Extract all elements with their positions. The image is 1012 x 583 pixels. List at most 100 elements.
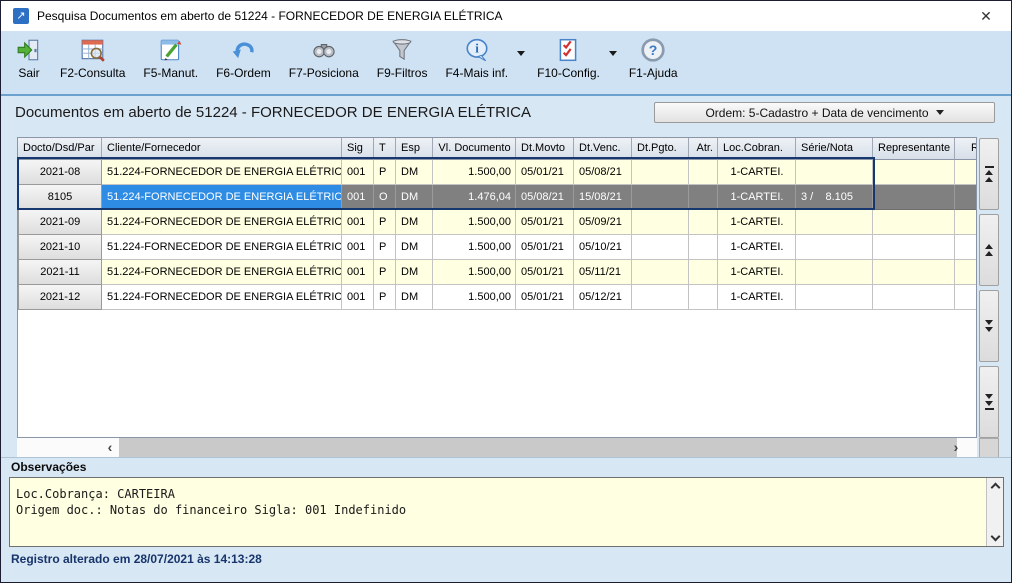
cell[interactable] bbox=[955, 160, 977, 185]
cell[interactable] bbox=[689, 260, 718, 285]
cell[interactable]: 05/01/21 bbox=[516, 285, 574, 310]
horizontal-scrollbar-thumb[interactable] bbox=[119, 438, 957, 458]
cell[interactable] bbox=[632, 260, 689, 285]
row-header-cell[interactable]: 2021-12 bbox=[18, 285, 102, 310]
cell[interactable]: P bbox=[374, 210, 396, 235]
cell[interactable]: 51.224-FORNECEDOR DE ENERGIA ELÉTRICA bbox=[102, 285, 342, 310]
cell[interactable] bbox=[632, 210, 689, 235]
cell[interactable]: 1-CARTEI. bbox=[718, 235, 796, 260]
mais-inf-dropdown-arrow-icon[interactable] bbox=[517, 51, 525, 56]
cell[interactable]: O bbox=[374, 185, 396, 210]
f4-mais-inf-button[interactable]: i F4-Mais inf. bbox=[436, 37, 517, 80]
cell[interactable] bbox=[632, 235, 689, 260]
cell[interactable] bbox=[873, 210, 955, 235]
cell[interactable] bbox=[873, 285, 955, 310]
row-header-cell[interactable]: 8105 bbox=[18, 185, 102, 210]
f1-ajuda-button[interactable]: ? F1-Ajuda bbox=[620, 37, 687, 80]
cell[interactable]: 001 bbox=[342, 285, 374, 310]
cell[interactable] bbox=[955, 210, 977, 235]
cell[interactable]: 51.224-FORNECEDOR DE ENERGIA ELÉTRICA bbox=[102, 260, 342, 285]
cell[interactable]: 05/10/21 bbox=[574, 235, 632, 260]
column-header[interactable]: Docto/Dsd/Par bbox=[18, 138, 102, 160]
cell[interactable] bbox=[873, 185, 955, 210]
f5-manut-button[interactable]: F5-Manut. bbox=[134, 37, 207, 80]
cell[interactable] bbox=[796, 160, 873, 185]
cell[interactable]: 1-CARTEI. bbox=[718, 260, 796, 285]
cell[interactable]: 51.224-FORNECEDOR DE ENERGIA ELÉTRICA bbox=[102, 210, 342, 235]
sair-button[interactable]: Sair bbox=[7, 37, 51, 80]
column-header[interactable]: Esp bbox=[396, 138, 433, 160]
cell[interactable]: DM bbox=[396, 260, 433, 285]
cell[interactable]: DM bbox=[396, 235, 433, 260]
column-header[interactable]: Dt.Pgto. bbox=[632, 138, 689, 160]
cell[interactable]: 15/08/21 bbox=[574, 185, 632, 210]
close-button[interactable]: ✕ bbox=[975, 7, 997, 25]
cell[interactable] bbox=[873, 235, 955, 260]
cell[interactable]: 1.476,04 bbox=[433, 185, 516, 210]
column-header[interactable]: Dt.Venc. bbox=[574, 138, 632, 160]
cell[interactable]: DM bbox=[396, 160, 433, 185]
cell[interactable]: 001 bbox=[342, 185, 374, 210]
cell[interactable] bbox=[796, 235, 873, 260]
cell[interactable]: 05/01/21 bbox=[516, 260, 574, 285]
column-header[interactable]: Série/Nota bbox=[796, 138, 873, 160]
table-row[interactable]: 2021-1251.224-FORNECEDOR DE ENERGIA ELÉT… bbox=[18, 285, 976, 310]
cell[interactable]: 1-CARTEI. bbox=[718, 160, 796, 185]
column-header[interactable]: R bbox=[955, 138, 977, 160]
column-header[interactable]: Representante bbox=[873, 138, 955, 160]
cell[interactable] bbox=[689, 210, 718, 235]
table-row[interactable]: 810551.224-FORNECEDOR DE ENERGIA ELÉTRIC… bbox=[18, 185, 976, 210]
cell[interactable] bbox=[955, 235, 977, 260]
row-header-cell[interactable]: 2021-09 bbox=[18, 210, 102, 235]
cell[interactable] bbox=[955, 285, 977, 310]
column-header[interactable]: Vl. Documento bbox=[433, 138, 516, 160]
row-header-cell[interactable]: 2021-10 bbox=[18, 235, 102, 260]
cell[interactable] bbox=[689, 160, 718, 185]
column-header[interactable]: Sig bbox=[342, 138, 374, 160]
page-down-button[interactable] bbox=[979, 290, 999, 362]
cell[interactable]: 1-CARTEI. bbox=[718, 210, 796, 235]
cell[interactable]: 05/01/21 bbox=[516, 210, 574, 235]
order-dropdown-button[interactable]: Ordem: 5-Cadastro + Data de vencimento bbox=[654, 102, 995, 123]
cell[interactable]: DM bbox=[396, 185, 433, 210]
table-row[interactable]: 2021-1151.224-FORNECEDOR DE ENERGIA ELÉT… bbox=[18, 260, 976, 285]
f6-ordem-button[interactable]: F6-Ordem bbox=[207, 37, 280, 80]
go-first-button[interactable] bbox=[979, 138, 999, 210]
cell[interactable]: 05/12/21 bbox=[574, 285, 632, 310]
config-dropdown-arrow-icon[interactable] bbox=[609, 51, 617, 56]
horizontal-scrollbar[interactable]: ‹ › bbox=[17, 438, 977, 458]
cell[interactable] bbox=[689, 185, 718, 210]
cell[interactable]: 51.224-FORNECEDOR DE ENERGIA ELÉTRICA bbox=[102, 185, 342, 210]
cell[interactable]: 05/08/21 bbox=[574, 160, 632, 185]
cell[interactable]: 1.500,00 bbox=[433, 160, 516, 185]
row-header-cell[interactable]: 2021-08 bbox=[18, 160, 102, 185]
cell[interactable]: P bbox=[374, 160, 396, 185]
f10-config-button[interactable]: F10-Config. bbox=[528, 37, 609, 80]
observacoes-textarea[interactable]: Loc.Cobrança: CARTEIRA Origem doc.: Nota… bbox=[9, 477, 1004, 547]
cell[interactable]: 1-CARTEI. bbox=[718, 185, 796, 210]
table-row[interactable]: 2021-0851.224-FORNECEDOR DE ENERGIA ELÉT… bbox=[18, 160, 976, 185]
cell[interactable] bbox=[632, 285, 689, 310]
row-header-cell[interactable]: 2021-11 bbox=[18, 260, 102, 285]
table-row[interactable]: 2021-1051.224-FORNECEDOR DE ENERGIA ELÉT… bbox=[18, 235, 976, 260]
cell[interactable] bbox=[955, 260, 977, 285]
cell[interactable]: 05/01/21 bbox=[516, 160, 574, 185]
cell[interactable]: 3 / 8.105 bbox=[796, 185, 873, 210]
page-up-button[interactable] bbox=[979, 214, 999, 286]
cell[interactable] bbox=[873, 260, 955, 285]
scroll-down-icon[interactable] bbox=[991, 532, 1001, 542]
cell[interactable]: P bbox=[374, 260, 396, 285]
f2-consulta-button[interactable]: F2-Consulta bbox=[51, 37, 134, 80]
cell[interactable]: 1.500,00 bbox=[433, 210, 516, 235]
cell[interactable] bbox=[955, 185, 977, 210]
cell[interactable]: 1.500,00 bbox=[433, 285, 516, 310]
f7-posiciona-button[interactable]: F7-Posiciona bbox=[280, 37, 368, 80]
cell[interactable] bbox=[796, 210, 873, 235]
cell[interactable]: P bbox=[374, 235, 396, 260]
column-header[interactable]: Loc.Cobran. bbox=[718, 138, 796, 160]
cell[interactable]: 05/01/21 bbox=[516, 235, 574, 260]
cell[interactable] bbox=[689, 285, 718, 310]
cell[interactable]: DM bbox=[396, 210, 433, 235]
scroll-up-icon[interactable] bbox=[991, 483, 1001, 493]
column-header[interactable]: Dt.Movto bbox=[516, 138, 574, 160]
